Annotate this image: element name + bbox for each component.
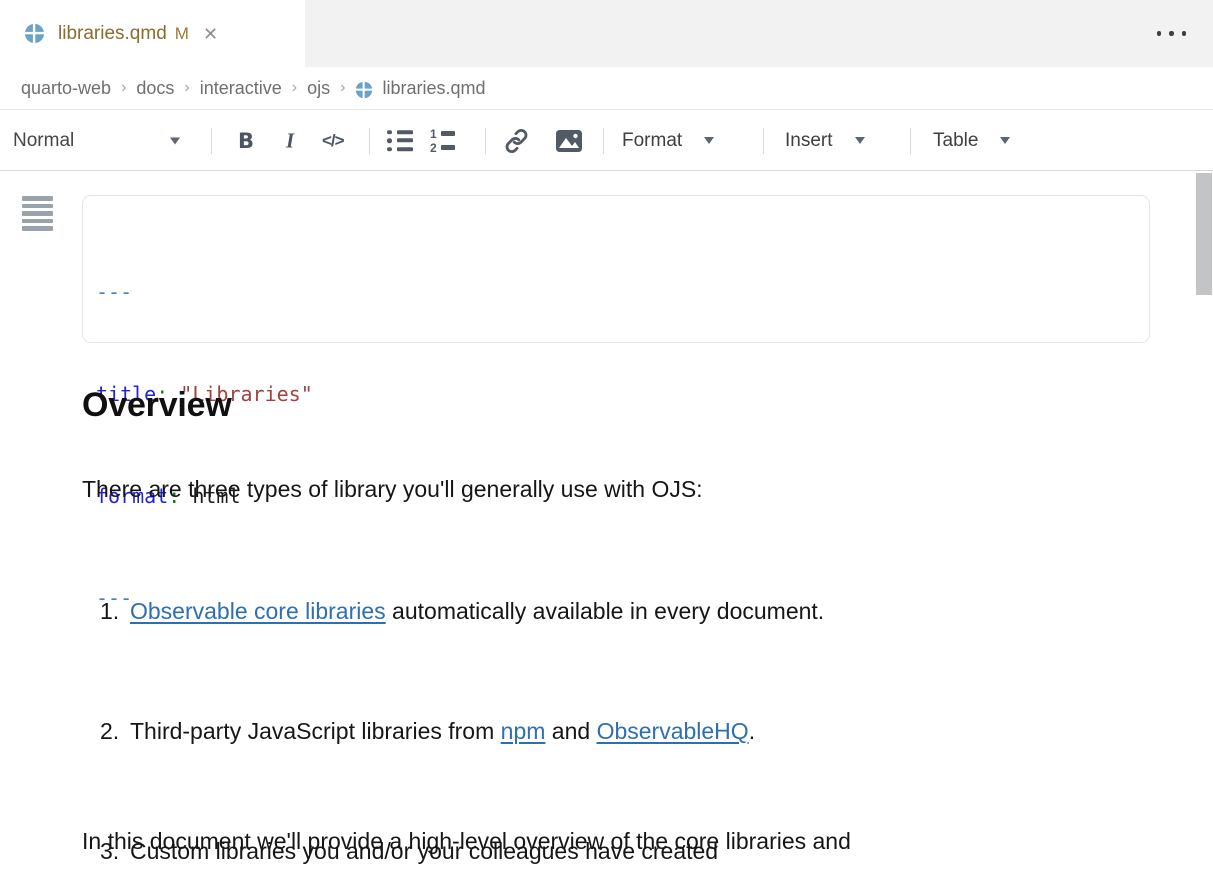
numbered-list-icon: 1 2 [430,128,455,154]
ellipsis-icon [1182,31,1187,36]
quarto-logo-icon [24,23,45,44]
yaml-front-matter-block[interactable]: --- title: "Libraries" format: html --- [82,195,1150,343]
ellipsis-icon [1157,31,1162,36]
quarto-logo-icon [355,81,373,99]
breadcrumb-item-quarto-web[interactable]: quarto-web [21,78,111,99]
toolbar-separator [763,128,764,154]
yaml-line: title: "Libraries" [96,377,1149,411]
breadcrumb-separator: › [340,79,345,97]
toolbar-separator [603,128,604,154]
list-item[interactable]: 1. Observable core libraries automatical… [82,596,824,626]
ellipsis-icon [1169,31,1174,36]
modified-badge: M [175,24,189,44]
paragraph-closing[interactable]: In this document we'll provide a high-le… [82,741,861,889]
formatting-toolbar: Normal B I </> 1 2 [0,111,1213,171]
bold-button[interactable]: B [238,129,254,153]
insert-menu[interactable]: Insert [785,130,865,152]
overflow-menu-button[interactable] [1157,31,1187,36]
breadcrumb-item-file[interactable]: libraries.qmd [382,78,485,99]
visual-editor-window: libraries.qmd M ✕ quarto-web › docs › in… [0,0,1213,889]
paragraph-intro[interactable]: There are three types of library you'll … [82,474,703,504]
vertical-scrollbar-thumb[interactable] [1196,173,1212,295]
breadcrumb-item-ojs[interactable]: ojs [307,78,330,99]
toolbar-separator [910,128,911,154]
breadcrumb: quarto-web › docs › interactive › ojs › … [0,67,1213,110]
closing-line: In this document we'll provide a high-le… [82,821,861,861]
chevron-down-icon[interactable] [170,137,180,144]
yaml-line: --- [96,275,1149,309]
chevron-down-icon [855,137,865,144]
table-menu[interactable]: Table [933,130,1010,152]
tab-title: libraries.qmd [58,23,167,45]
code-button[interactable]: </> [322,131,344,151]
breadcrumb-separator: › [184,79,189,97]
chevron-down-icon [704,137,714,144]
breadcrumb-separator: › [121,79,126,97]
heading-overview[interactable]: Overview [82,384,232,426]
link-icon [503,127,530,154]
block-drag-handle-icon[interactable] [22,196,53,231]
toolbar-separator [485,128,486,154]
close-icon[interactable]: ✕ [203,25,218,43]
chevron-down-icon [1000,137,1010,144]
paragraph-style-dropdown[interactable]: Normal [13,130,74,152]
tab-libraries-qmd[interactable]: libraries.qmd M ✕ [0,0,305,67]
italic-button[interactable]: I [286,128,294,153]
image-button[interactable] [555,129,583,153]
breadcrumb-separator: › [292,79,297,97]
image-icon [555,129,583,153]
link-observable-core-libraries[interactable]: Observable core libraries [130,598,386,624]
format-menu[interactable]: Format [622,130,714,152]
breadcrumb-item-docs[interactable]: docs [136,78,174,99]
editor-content: --- title: "Libraries" format: html --- … [0,171,1213,889]
toolbar-separator [211,128,212,154]
bulleted-list-button[interactable] [387,130,413,152]
toolbar-separator [369,128,370,154]
link-button[interactable] [503,127,530,154]
breadcrumb-item-interactive[interactable]: interactive [200,78,282,99]
numbered-list-button[interactable]: 1 2 [430,128,455,154]
bulleted-list-icon [387,130,413,152]
list-marker: 1. [100,596,130,626]
tab-bar: libraries.qmd M ✕ [0,0,1213,67]
